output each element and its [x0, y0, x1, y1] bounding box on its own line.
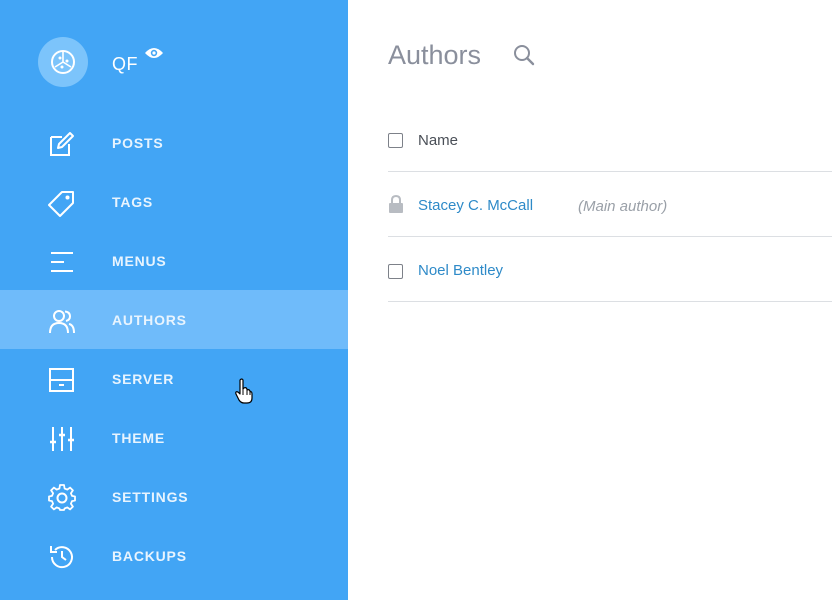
sidebar-item-authors[interactable]: AUTHORS [0, 290, 348, 349]
gear-icon [48, 484, 76, 511]
author-name-link[interactable]: Noel Bentley [418, 262, 503, 279]
author-role-note: (Main author) [578, 198, 668, 215]
row-checkbox[interactable] [388, 264, 403, 279]
author-name-link[interactable]: Stacey C. McCall [418, 197, 533, 214]
sidebar-item-menus[interactable]: MENUS [0, 231, 348, 290]
sidebar-item-label: SETTINGS [112, 489, 189, 505]
search-icon[interactable] [513, 44, 535, 66]
sidebar-item-server[interactable]: SERVER [0, 349, 348, 408]
sidebar-item-label: TAGS [112, 194, 154, 210]
sidebar: QF POSTS TAGS MENUS AUTHORS SERVER THEME… [0, 0, 348, 600]
sidebar-item-theme[interactable]: THEME [0, 408, 348, 467]
table-header-row: Name [388, 107, 832, 172]
authors-table: Name Stacey C. McCall (Main author) Noel… [388, 107, 832, 302]
history-icon [50, 546, 73, 569]
sidebar-item-label: AUTHORS [112, 312, 187, 328]
site-header: QF [0, 0, 348, 118]
table-row: Noel Bentley [388, 237, 832, 302]
sidebar-item-tags[interactable]: TAGS [0, 172, 348, 231]
server-icon [49, 368, 74, 392]
edit-icon [50, 132, 74, 156]
table-row: Stacey C. McCall (Main author) [388, 172, 832, 237]
sidebar-item-posts[interactable]: POSTS [0, 113, 348, 172]
select-all-checkbox[interactable] [388, 133, 403, 148]
page-title: Authors [388, 40, 482, 70]
sidebar-item-label: MENUS [112, 253, 167, 269]
sidebar-item-label: POSTS [112, 135, 164, 151]
main-content: Authors Name Stacey C. McCall (Main auth… [348, 0, 832, 600]
tag-icon [48, 191, 74, 217]
pizza-icon [51, 50, 75, 74]
sliders-icon [50, 427, 74, 451]
site-name: QF [112, 54, 138, 74]
site-logo[interactable] [38, 37, 88, 87]
hand-cursor-icon [235, 378, 253, 404]
sidebar-item-label: SERVER [112, 371, 175, 387]
column-header-name[interactable]: Name [418, 132, 458, 149]
eye-icon[interactable] [144, 46, 164, 60]
menu-icon [51, 252, 73, 272]
sidebar-item-label: BACKUPS [112, 548, 187, 564]
lock-icon [389, 194, 403, 213]
sidebar-item-label: THEME [112, 430, 165, 446]
sidebar-item-backups[interactable]: BACKUPS [0, 526, 348, 585]
users-icon [49, 310, 75, 334]
sidebar-nav: POSTS TAGS MENUS AUTHORS SERVER THEME SE… [0, 113, 348, 585]
sidebar-item-settings[interactable]: SETTINGS [0, 467, 348, 526]
